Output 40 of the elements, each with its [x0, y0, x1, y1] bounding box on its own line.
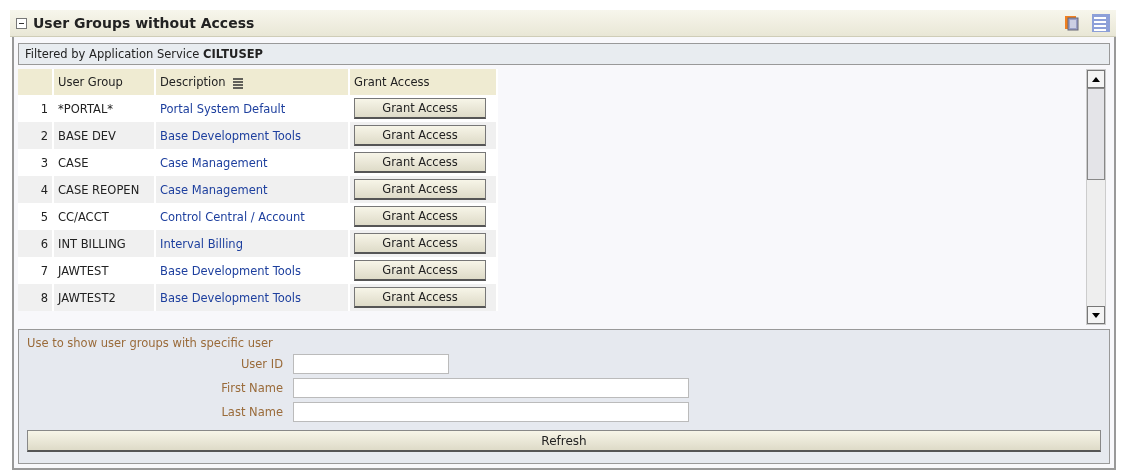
document-icon[interactable] — [1064, 15, 1080, 31]
row-number: 8 — [18, 284, 53, 311]
grant-access-button[interactable]: Grant Access — [354, 179, 486, 200]
description-link[interactable]: Interval Billing — [160, 236, 243, 251]
description-link[interactable]: Base Development Tools — [160, 128, 302, 143]
grant-access-button[interactable]: Grant Access — [354, 287, 486, 308]
description-link[interactable]: Case Management — [160, 182, 268, 197]
list-settings-icon[interactable] — [1092, 14, 1110, 32]
scroll-up-button[interactable] — [1087, 70, 1105, 88]
panel-title: User Groups without Access — [33, 15, 256, 31]
grant-access-button[interactable]: Grant Access — [354, 206, 486, 227]
column-header: Grant Access — [349, 69, 497, 95]
input-field[interactable] — [293, 354, 449, 374]
description-link[interactable]: Base Development Tools — [160, 263, 302, 278]
scroll-down-button[interactable] — [1087, 306, 1105, 324]
grant-access-button[interactable]: Grant Access — [354, 152, 486, 173]
input-field[interactable] — [293, 378, 689, 398]
field-label: First Name — [220, 381, 283, 395]
grant-access-button[interactable]: Grant Access — [354, 125, 486, 146]
hint-text: Use to show user groups with specific user — [27, 336, 274, 350]
refresh-button[interactable]: Refresh — [27, 430, 1101, 452]
filter-text: Filtered by Application Service CILTUSEP — [25, 47, 263, 61]
description-link[interactable]: Base Development Tools — [160, 290, 302, 305]
column-header: Description — [155, 69, 349, 95]
down-caret-icon — [1092, 312, 1100, 318]
collapse-icon[interactable] — [16, 17, 27, 29]
grant-access-button[interactable]: Grant Access — [354, 233, 486, 254]
user-group-cell: JAWTEST2 — [53, 284, 155, 311]
description-link[interactable]: Control Central / Account — [160, 209, 305, 224]
input-field[interactable] — [293, 402, 689, 422]
description-link[interactable]: Portal System Default — [160, 101, 286, 116]
scroll-thumb[interactable] — [1087, 88, 1105, 180]
up-caret-icon — [1092, 76, 1100, 82]
grant-access-button[interactable]: Grant Access — [354, 260, 486, 281]
text-align-icon[interactable] — [231, 76, 244, 89]
description-link[interactable]: Case Management — [160, 155, 268, 170]
column-header: User Group — [53, 69, 155, 95]
field-label: User ID — [239, 357, 283, 371]
field-label: Last Name — [220, 405, 283, 419]
grant-access-button[interactable]: Grant Access — [354, 98, 486, 119]
